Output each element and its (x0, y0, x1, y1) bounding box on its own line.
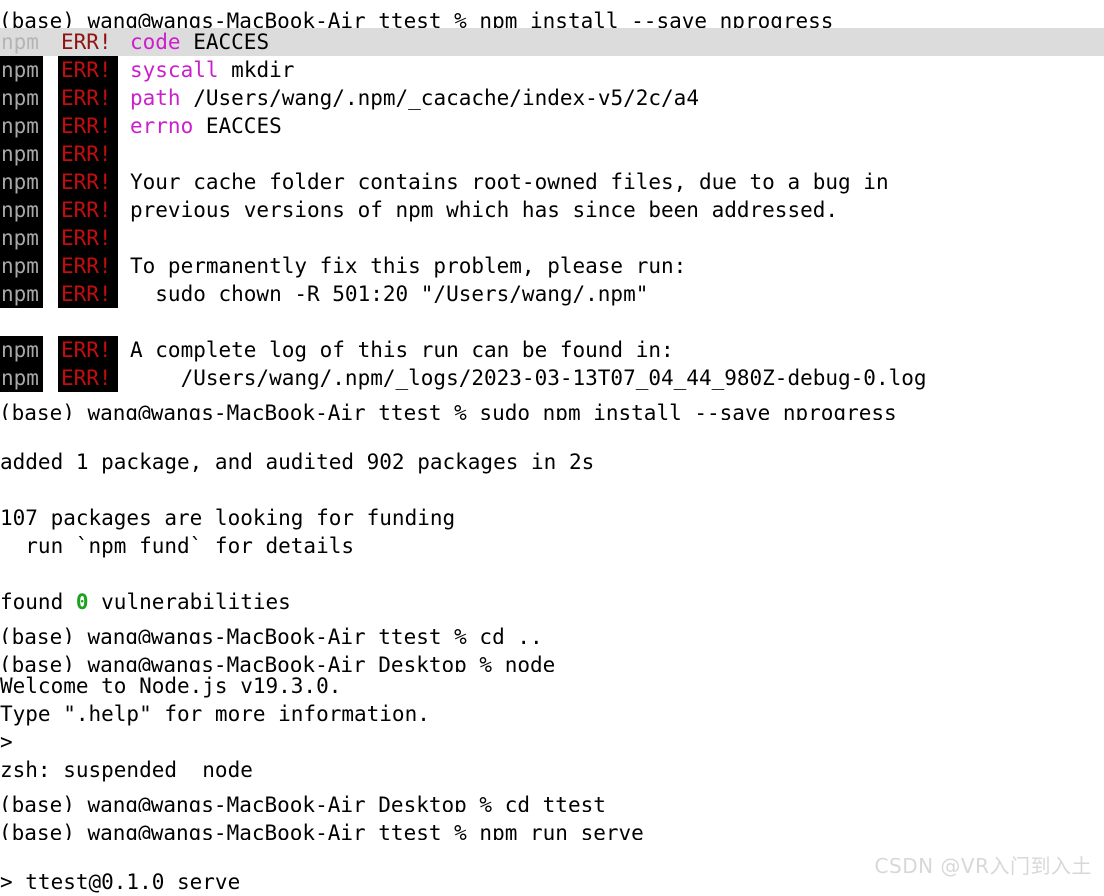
error-log-text: A complete log of this run can be found … (130, 338, 674, 362)
error-value-path: /Users/wang/.npm/_cacache/index-v5/2c/a4 (193, 86, 699, 110)
command-text: (base) wang@wangs-MacBook-Air Desktop % … (0, 653, 556, 672)
output-text: Welcome to Node.js v19.3.0. (0, 674, 342, 698)
terminal-line-error-message-2: npm ERR! previous versions of npm which ha… (0, 196, 1104, 224)
terminal-line-output-funding-1: 107 packages are looking for funding (0, 504, 1104, 532)
npm-err-badges: npm ERR! (0, 28, 118, 56)
err-badge: ERR! (58, 252, 118, 280)
error-log-path-text: /Users/wang/.npm/_logs/2023-03-13T07_04_… (130, 366, 927, 390)
terminal-line-error-errno: npm ERR! errno EACCES (0, 112, 1104, 140)
terminal-line-error-code: npm ERR! code EACCES (0, 28, 1104, 56)
vulnerabilities-count: 0 (75, 590, 89, 614)
npm-err-badges: npm ERR! (0, 252, 118, 280)
npm-badge: npm (0, 280, 43, 308)
command-text: (base) wang@wangs-MacBook-Air ttest % np… (0, 9, 834, 28)
terminal-line-node-help: Type ".help" for more information. (0, 700, 1104, 728)
npm-badge: npm (0, 252, 43, 280)
npm-badge: npm (0, 364, 43, 392)
terminal-line-command: [(base) wang@wangs-MacBook-Air ttest % n… (0, 812, 1104, 840)
npm-err-badges: npm ERR! (0, 280, 118, 308)
output-text: run `npm fund` for details (0, 534, 355, 558)
error-key-path: path (130, 86, 181, 110)
error-fix-command-text: sudo chown -R 501:20 "/Users/wang/.npm" (130, 282, 649, 306)
npm-badge: npm (0, 140, 43, 168)
err-badge: ERR! (58, 280, 118, 308)
terminal-line-error-blank: npm ERR! (0, 224, 1104, 252)
npm-badge: npm (0, 196, 43, 224)
error-message-text: previous versions of npm which has since… (130, 198, 839, 222)
err-badge: ERR! (58, 140, 118, 168)
err-badge: ERR! (58, 56, 118, 84)
terminal-line-command: [(base) wang@wangs-MacBook-Air ttest % c… (0, 616, 1104, 644)
node-repl-prompt: > (0, 730, 13, 754)
terminal-line-command: [(base) wang@wangs-MacBook-Air Desktop %… (0, 784, 1104, 812)
npm-err-badges: npm ERR! (0, 140, 118, 168)
terminal-line-error-path: npm ERR! path /Users/wang/.npm/_cacache/in… (0, 84, 1104, 112)
terminal-line-error-message-1: npm ERR! Your cache folder contains root-o… (0, 168, 1104, 196)
output-text: zsh: suspended node (0, 758, 253, 782)
npm-badge: npm (0, 168, 43, 196)
terminal-line-node-repl-prompt: > (0, 728, 1104, 756)
err-badge: ERR! (58, 224, 118, 252)
vulnerabilities-suffix: vulnerabilities (88, 590, 291, 614)
watermark: CSDN @VR入门到入土 (874, 854, 1092, 878)
terminal-line-command: [(base) wang@wangs-MacBook-Air ttest % n… (0, 0, 1104, 28)
command-text: (base) wang@wangs-MacBook-Air ttest % su… (0, 401, 897, 420)
command-text: (base) wang@wangs-MacBook-Air ttest % np… (0, 821, 644, 840)
err-badge: ERR! (58, 112, 118, 140)
terminal-line-error-log-2: npm ERR! /Users/wang/.npm/_logs/2023-03-1… (0, 364, 1104, 392)
error-value-errno: EACCES (205, 114, 282, 138)
command-text: (base) wang@wangs-MacBook-Air Desktop % … (0, 793, 606, 812)
terminal-line-suspended: zsh: suspended node (0, 756, 1104, 784)
npm-err-badges: npm ERR! (0, 336, 118, 364)
vulnerabilities-prefix: found (0, 590, 76, 614)
terminal-line-output-funding-2: run `npm fund` for details (0, 532, 1104, 560)
terminal-line-error-syscall: npm ERR! syscall mkdir (0, 56, 1104, 84)
err-badge: ERR! (58, 364, 118, 392)
npm-err-badges: npm ERR! (0, 196, 118, 224)
terminal-line-command: [(base) wang@wangs-MacBook-Air ttest % s… (0, 392, 1104, 420)
err-badge: ERR! (58, 196, 118, 224)
npm-err-badges: npm ERR! (0, 84, 118, 112)
npm-err-badges: npm ERR! (0, 364, 118, 392)
error-key-code: code (130, 30, 181, 54)
output-text: 107 packages are looking for funding (0, 506, 456, 530)
terminal-line-error-fix-command: npm ERR! sudo chown -R 501:20 "/Users/wan… (0, 280, 1104, 308)
terminal-line-output-added: added 1 package, and audited 902 package… (0, 448, 1104, 476)
output-text: Type ".help" for more information. (0, 702, 430, 726)
error-value-code: EACCES (193, 30, 270, 54)
output-text: > ttest@0.1.0 serve (0, 870, 241, 894)
error-value-syscall: mkdir (231, 58, 295, 82)
error-message-text: Your cache folder contains root-owned fi… (130, 170, 889, 194)
npm-badge: npm (0, 56, 43, 84)
err-badge: ERR! (61, 30, 112, 54)
output-text: added 1 package, and audited 902 package… (0, 450, 595, 474)
npm-badge: npm (0, 84, 43, 112)
terminal-line-error-log-1: npm ERR! A complete log of this run can be… (0, 336, 1104, 364)
err-badge: ERR! (58, 168, 118, 196)
npm-err-badges: npm ERR! (0, 224, 118, 252)
terminal-line-node-welcome: Welcome to Node.js v19.3.0. (0, 672, 1104, 700)
terminal-line-error-blank: npm ERR! (0, 140, 1104, 168)
npm-err-badges: npm ERR! (0, 56, 118, 84)
npm-badge: npm (0, 336, 43, 364)
npm-err-badges: npm ERR! (0, 168, 118, 196)
npm-err-badges: npm ERR! (0, 112, 118, 140)
err-badge: ERR! (58, 336, 118, 364)
error-key-syscall: syscall (130, 58, 219, 82)
npm-badge: npm (0, 224, 43, 252)
error-message-text: To permanently fix this problem, please … (130, 254, 687, 278)
npm-badge: npm (0, 112, 43, 140)
terminal-window[interactable]: [(base) wang@wangs-MacBook-Air ttest % n… (0, 0, 1104, 896)
command-text: (base) wang@wangs-MacBook-Air ttest % cd… (0, 625, 543, 644)
terminal-line-output-vulnerabilities: found 0 vulnerabilities (0, 588, 1104, 616)
terminal-line-error-message-3: npm ERR! To permanently fix this problem, … (0, 252, 1104, 280)
error-key-errno: errno (130, 114, 194, 138)
npm-badge: npm (1, 30, 39, 54)
err-badge: ERR! (58, 84, 118, 112)
terminal-line-command: [(base) wang@wangs-MacBook-Air Desktop %… (0, 644, 1104, 672)
